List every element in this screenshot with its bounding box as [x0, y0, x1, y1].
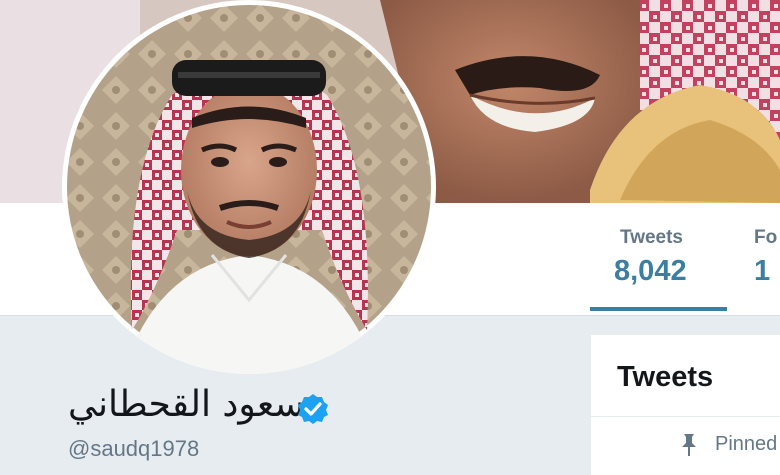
- verified-badge-icon: [298, 394, 328, 424]
- tweets-stat-count: 8,042: [614, 255, 687, 287]
- tweets-timeline-card: Tweets Pinned: [591, 335, 780, 475]
- tweets-stat-label: Tweets: [620, 227, 684, 248]
- pinned-tweet-label: Pinned: [715, 433, 778, 455]
- following-stat-label: Fo: [754, 227, 778, 248]
- profile-display-name: سعود القحطاني: [68, 384, 305, 425]
- following-stat[interactable]: Fo 1: [754, 227, 777, 288]
- pin-icon: [682, 434, 696, 456]
- timeline-title: Tweets: [617, 361, 714, 393]
- timeline-divider: [591, 416, 780, 417]
- profile-avatar[interactable]: [62, 0, 436, 374]
- following-stat-count: 1: [754, 255, 771, 287]
- tweets-stat[interactable]: Tweets 8,042: [614, 227, 687, 288]
- profile-handle[interactable]: @saudq1978: [68, 436, 199, 462]
- active-tab-indicator: [590, 307, 727, 311]
